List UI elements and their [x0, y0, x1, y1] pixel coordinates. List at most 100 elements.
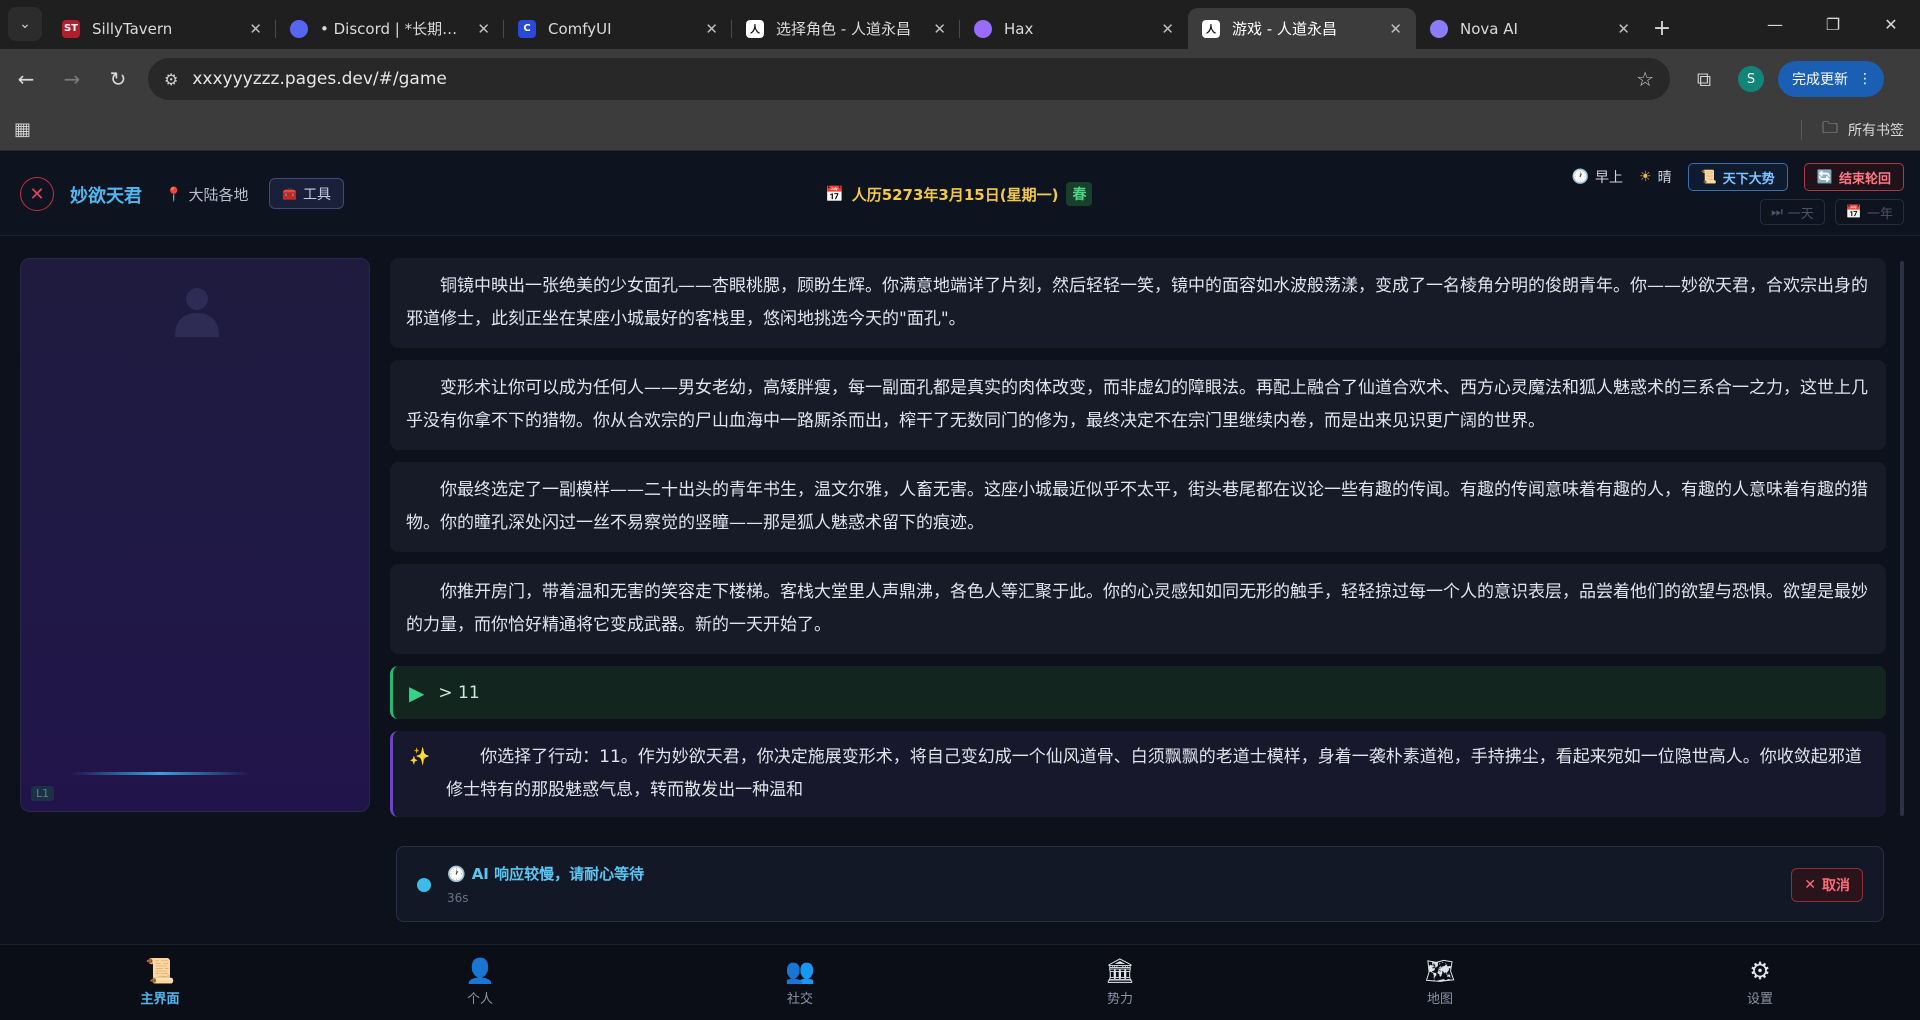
update-label: 完成更新	[1792, 72, 1848, 88]
clock-icon: 🕐	[447, 864, 466, 883]
story-log[interactable]: 铜镜中映出一张绝美的少女面孔——杏眼桃腮，顾盼生辉。你满意地端详了片刻，然后轻轻…	[390, 258, 1886, 817]
extensions-icon[interactable]: ⧉	[1684, 59, 1724, 99]
map-icon: 🗺	[1424, 957, 1456, 985]
tab-title: Hax	[1004, 19, 1034, 38]
character-name[interactable]: 妙欲天君	[70, 182, 142, 208]
nav-item-2[interactable]: 👥 社交	[640, 945, 960, 1020]
tab-close-icon[interactable]: ✕	[1389, 20, 1402, 38]
time-of-day: 🕐 早上	[1572, 167, 1623, 187]
calendar-icon: 📅	[825, 185, 844, 203]
waiting-message-text: AI 响应较慢，请耐心等待	[471, 865, 645, 883]
site-info-icon[interactable]: ⚙	[164, 70, 178, 89]
tab-favicon-icon	[974, 19, 992, 38]
tab-favicon-icon	[290, 19, 308, 38]
browser-tab[interactable]: C ComfyUI ✕	[504, 8, 732, 49]
bookmark-star-icon[interactable]: ☆	[1636, 67, 1654, 91]
date-text: 人历5273年3月15日(星期一)	[851, 185, 1059, 204]
game-date: 📅 人历5273年3月15日(星期一) 春	[825, 182, 1093, 206]
browser-tabbar: ⌄ ST SillyTavern ✕ • Discord | *长期更新 ✕ C Comfy…	[0, 0, 1920, 49]
story-paragraphs: 铜镜中映出一张绝美的少女面孔——杏眼桃腮，顾盼生辉。你满意地端详了片刻，然后轻轻…	[390, 258, 1886, 654]
address-bar[interactable]: ⚙ xxxyyyzzz.pages.dev/#/game ☆	[148, 58, 1670, 100]
tools-button[interactable]: 🧰 工具	[269, 178, 344, 209]
story-scrollbar[interactable]	[1900, 261, 1904, 816]
world-trend-label: 天下大势	[1722, 171, 1775, 187]
divider	[1800, 120, 1802, 140]
tab-close-icon[interactable]: ✕	[249, 20, 262, 38]
close-icon: ✕	[1804, 877, 1816, 893]
profile-avatar[interactable]: S	[1738, 66, 1764, 92]
scroll-icon: 📜	[1700, 169, 1717, 185]
bank-icon: 🏛	[1104, 957, 1136, 985]
nav-item-0[interactable]: 📜 主界面	[0, 945, 320, 1020]
new-tab-button[interactable]: +	[1644, 8, 1680, 49]
tab-favicon-icon: 人	[746, 19, 764, 38]
reload-button[interactable]: ↻	[98, 59, 138, 99]
tab-strip: ST SillyTavern ✕ • Discord | *长期更新 ✕ C ComfyUI…	[48, 8, 1644, 49]
game-app: ✕ 妙欲天君 📍 大陆各地 🧰 工具 📅 人历5273年3月15日(星期一) 春…	[0, 151, 1920, 1020]
all-bookmarks[interactable]: 🗀 所有书签	[1800, 109, 1904, 151]
tab-favicon-icon	[1430, 19, 1448, 38]
skip-day-button[interactable]: ⏭ 一天	[1760, 199, 1825, 225]
bottom-navigation: 📜 主界面 👤 个人 👥 社交 🏛 势力 🗺 地图 ⚙ 设置	[0, 944, 1920, 1020]
exit-game-button[interactable]: ✕	[20, 177, 54, 211]
tab-close-icon[interactable]: ✕	[933, 20, 946, 38]
world-trend-button[interactable]: 📜 天下大势	[1687, 163, 1788, 191]
toolbox-icon: 🧰	[282, 186, 297, 201]
tab-title: 游戏 - 人道永昌	[1232, 20, 1337, 38]
browser-tab[interactable]: • Discord | *长期更新 ✕	[276, 8, 504, 49]
browser-tab[interactable]: Nova AI ✕	[1416, 8, 1644, 49]
tab-title: 选择角色 - 人道永昌	[776, 20, 911, 38]
tab-title: SillyTavern	[92, 19, 173, 38]
update-button[interactable]: 完成更新 ⋮	[1778, 61, 1884, 97]
tab-title: • Discord | *长期更新	[320, 20, 470, 38]
nav-item-1[interactable]: 👤 个人	[320, 945, 640, 1020]
browser-tab[interactable]: 人选择角色 - 人道永昌 ✕	[732, 8, 960, 49]
browser-tab[interactable]: Hax ✕	[960, 8, 1188, 49]
tab-close-icon[interactable]: ✕	[1617, 20, 1630, 38]
tab-search-button[interactable]: ⌄	[8, 7, 42, 41]
back-button[interactable]: ←	[6, 59, 46, 99]
nav-item-5[interactable]: ⚙ 设置	[1600, 945, 1920, 1020]
ai-response: ✨ 你选择了行动：11。作为妙欲天君，你决定施展变形术，将自己变幻成一个仙风道骨…	[390, 731, 1886, 817]
window-close-button[interactable]: ✕	[1862, 0, 1920, 49]
nav-item-3[interactable]: 🏛 势力	[960, 945, 1280, 1020]
minimize-button[interactable]: —	[1746, 0, 1804, 49]
weather-text: 晴	[1657, 170, 1672, 186]
close-icon: ✕	[29, 183, 45, 205]
tab-close-icon[interactable]: ✕	[1161, 20, 1174, 38]
tab-close-icon[interactable]: ✕	[477, 20, 490, 38]
end-cycle-button[interactable]: 🔄 结束轮回	[1803, 163, 1904, 191]
map-pin-icon: 📍	[165, 186, 183, 203]
character-panel: L1	[20, 258, 370, 812]
person-icon: 👤	[465, 957, 495, 985]
nav-item-label: 设置	[1746, 992, 1773, 1007]
skip-year-button[interactable]: 📅 一年	[1834, 199, 1904, 225]
forward-button[interactable]: →	[52, 59, 92, 99]
play-icon: ▶	[409, 680, 425, 705]
skip-icon: ⏭	[1771, 204, 1783, 220]
skip-day-label: 一天	[1787, 206, 1814, 222]
cancel-button[interactable]: ✕ 取消	[1791, 868, 1863, 902]
header-right: 🕐 早上 ☀ 晴 📜 天下大势 🔄 结束轮回	[1572, 163, 1904, 191]
tools-label: 工具	[302, 186, 331, 203]
restore-button[interactable]: ❐	[1804, 0, 1862, 49]
apps-grid-icon[interactable]: ▦	[14, 119, 31, 140]
level-tag: L1	[31, 786, 55, 801]
browser-tab[interactable]: ST SillyTavern ✕	[48, 8, 276, 49]
player-action-text: > 11	[438, 682, 480, 703]
story-paragraph: 变形术让你可以成为任何人——男女老幼，高矮胖瘦，每一副面孔都是真实的肉体改变，而…	[390, 360, 1886, 450]
people-icon: 👥	[785, 957, 815, 985]
browser-tab[interactable]: 人游戏 - 人道永昌 ✕	[1188, 8, 1416, 49]
nav-item-label: 地图	[1426, 992, 1453, 1007]
location-text: 大陆各地	[188, 186, 249, 204]
location[interactable]: 📍 大陆各地	[165, 184, 248, 205]
tab-close-icon[interactable]: ✕	[705, 20, 718, 38]
elapsed-time: 36s	[447, 891, 469, 905]
tab-favicon-icon: C	[518, 19, 536, 38]
url-text[interactable]: xxxyyyzzz.pages.dev/#/game	[192, 69, 1636, 89]
sparkle-icon: ✨	[409, 747, 431, 767]
story-paragraph: 铜镜中映出一张绝美的少女面孔——杏眼桃腮，顾盼生辉。你满意地端详了片刻，然后轻轻…	[390, 258, 1886, 348]
nav-item-4[interactable]: 🗺 地图	[1280, 945, 1600, 1020]
bookmarks-bar: ▦ 🗀 所有书签	[0, 109, 1920, 151]
weather: ☀ 晴	[1639, 167, 1672, 187]
